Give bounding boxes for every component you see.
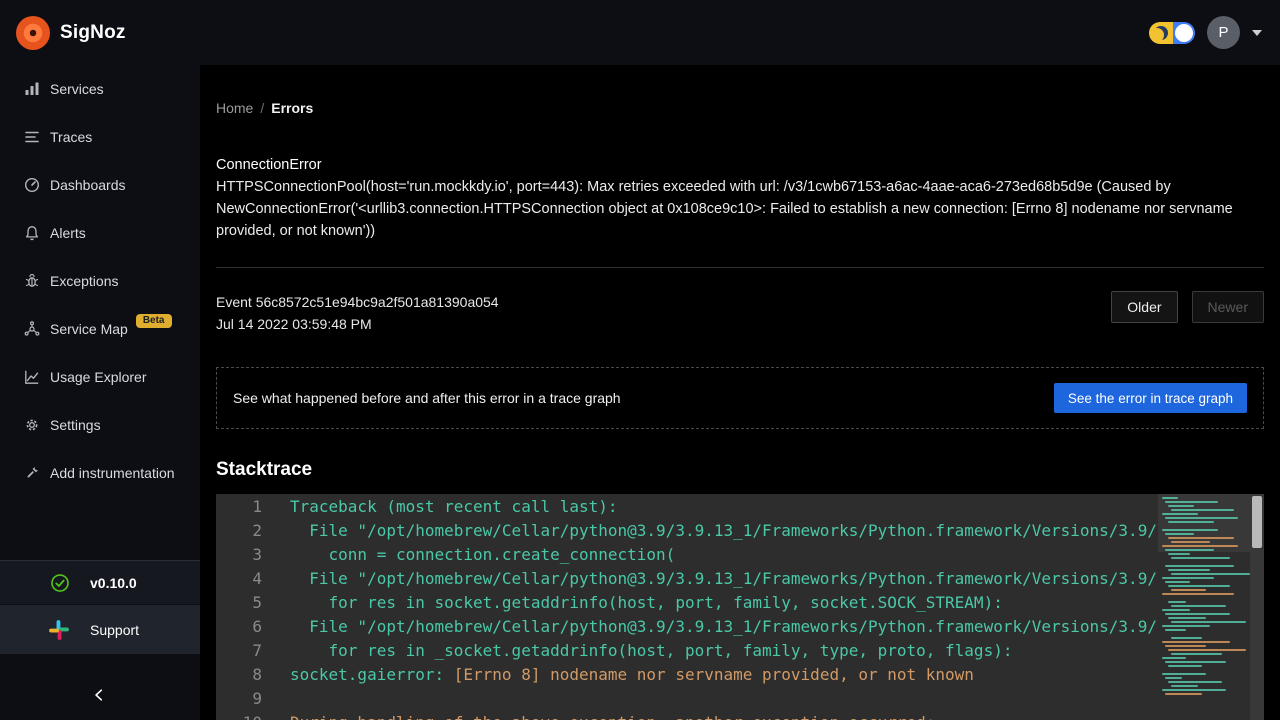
newer-button[interactable]: Newer [1192, 291, 1264, 323]
header-right: P [1149, 16, 1262, 49]
app-name: SigNoz [60, 22, 126, 44]
breadcrumb-current: Errors [271, 100, 313, 116]
event-meta: Event 56c8572c51e94bc9a2f501a81390a054 J… [216, 291, 499, 335]
sidebar-item-service-map[interactable]: Service Map Beta [0, 305, 200, 353]
line-number: 8 [216, 663, 262, 687]
line-number: 7 [216, 639, 262, 663]
trace-banner-text: See what happened before and after this … [233, 390, 621, 406]
line-number: 1 [216, 495, 262, 519]
older-button[interactable]: Older [1111, 291, 1177, 323]
code-line: 1Traceback (most recent call last): [216, 495, 1264, 519]
code-line: 5 for res in socket.getaddrinfo(host, po… [216, 591, 1264, 615]
service-map-icon [24, 321, 40, 337]
code-line: 9 [216, 687, 1264, 711]
error-title: ConnectionError [216, 157, 322, 173]
code-line: 7 for res in _socket.getaddrinfo(host, p… [216, 639, 1264, 663]
line-number: 4 [216, 567, 262, 591]
app: SigNoz P Services Traces Dashboards Alerts E… [0, 0, 1280, 720]
chevron-left-icon [93, 688, 107, 702]
version-row[interactable]: v0.10.0 [0, 560, 200, 604]
wrench-icon [24, 465, 40, 481]
code-minimap[interactable] [1158, 494, 1250, 720]
error-message: HTTPSConnectionPool(host='run.mockkdy.io… [216, 176, 1256, 242]
event-buttons: Older Newer [1111, 291, 1264, 323]
trace-banner: See what happened before and after this … [216, 367, 1264, 429]
sidebar-item-label: Services [50, 81, 104, 97]
list-icon [24, 129, 40, 145]
sidebar-item-label: Service Map [50, 321, 128, 337]
sidebar-item-exceptions[interactable]: Exceptions [0, 257, 200, 305]
line-number: 9 [216, 687, 262, 711]
line-number: 3 [216, 543, 262, 567]
header: SigNoz P [0, 0, 1280, 65]
see-trace-graph-button[interactable]: See the error in trace graph [1054, 383, 1247, 413]
sidebar-item-label: Add instrumentation [50, 465, 175, 481]
sidebar: Services Traces Dashboards Alerts Exceptions… [0, 65, 200, 720]
sidebar-item-support[interactable]: Support [0, 605, 200, 654]
stacktrace-panel[interactable]: 1Traceback (most recent call last):2 Fil… [216, 494, 1264, 720]
code-scrollbar[interactable] [1250, 494, 1264, 720]
minimap-bars [1158, 494, 1250, 695]
slack-icon [48, 619, 70, 641]
sidebar-item-traces[interactable]: Traces [0, 113, 200, 161]
code-line: 2 File "/opt/homebrew/Cellar/python@3.9/… [216, 519, 1264, 543]
line-number: 10 [216, 711, 262, 720]
code-line: 6 File "/opt/homebrew/Cellar/python@3.9/… [216, 615, 1264, 639]
breadcrumb-separator: / [260, 100, 264, 116]
scrollbar-thumb[interactable] [1252, 496, 1262, 548]
user-avatar[interactable]: P [1207, 16, 1240, 49]
sidebar-item-label: Alerts [50, 225, 86, 241]
sidebar-item-services[interactable]: Services [0, 65, 200, 113]
sidebar-item-add-instrumentation[interactable]: Add instrumentation [0, 449, 200, 497]
bar-chart-icon [24, 81, 40, 97]
brand[interactable]: SigNoz [16, 16, 126, 50]
event-row: Event 56c8572c51e94bc9a2f501a81390a054 J… [216, 291, 1264, 335]
sidebar-item-label: Settings [50, 417, 101, 433]
line-chart-icon [24, 369, 40, 385]
bug-icon [24, 273, 40, 289]
line-number: 2 [216, 519, 262, 543]
version-label: v0.10.0 [90, 575, 137, 591]
dashboard-icon [24, 177, 40, 193]
moon-icon [1154, 26, 1168, 40]
code-line: 4 File "/opt/homebrew/Cellar/python@3.9/… [216, 567, 1264, 591]
sidebar-item-label: Traces [50, 129, 92, 145]
bell-icon [24, 225, 40, 241]
code-line: 8socket.gaierror: [Errno 8] nodename nor… [216, 663, 1264, 687]
line-number: 6 [216, 615, 262, 639]
event-timestamp: Jul 14 2022 03:59:48 PM [216, 313, 499, 335]
sidebar-item-label: Dashboards [50, 177, 126, 193]
toggle-knob [1175, 24, 1193, 42]
sidebar-item-alerts[interactable]: Alerts [0, 209, 200, 257]
support-label: Support [90, 622, 139, 638]
sidebar-nav: Services Traces Dashboards Alerts Exceptions… [0, 65, 200, 497]
stacktrace-heading: Stacktrace [216, 459, 312, 481]
sidebar-item-dashboards[interactable]: Dashboards [0, 161, 200, 209]
divider [216, 267, 1264, 268]
stacktrace-code: 1Traceback (most recent call last):2 Fil… [216, 494, 1264, 720]
sidebar-item-settings[interactable]: Settings [0, 401, 200, 449]
event-id: Event 56c8572c51e94bc9a2f501a81390a054 [216, 291, 499, 313]
collapse-sidebar-button[interactable] [88, 683, 112, 707]
main-content: Home / Errors ConnectionError HTTPSConne… [200, 65, 1280, 720]
breadcrumb-home[interactable]: Home [216, 100, 253, 116]
breadcrumb: Home / Errors [216, 100, 313, 116]
chevron-down-icon[interactable] [1252, 30, 1262, 36]
gear-icon [24, 417, 40, 433]
line-number: 5 [216, 591, 262, 615]
theme-toggle[interactable] [1149, 22, 1195, 44]
signoz-logo-icon [16, 16, 50, 50]
check-circle-icon [50, 573, 70, 593]
code-line: 3 conn = connection.create_connection( [216, 543, 1264, 567]
beta-badge: Beta [136, 314, 172, 328]
sidebar-item-label: Usage Explorer [50, 369, 147, 385]
sidebar-item-label: Exceptions [50, 273, 118, 289]
code-line: 10During handling of the above exception… [216, 711, 1264, 720]
sidebar-item-usage-explorer[interactable]: Usage Explorer [0, 353, 200, 401]
